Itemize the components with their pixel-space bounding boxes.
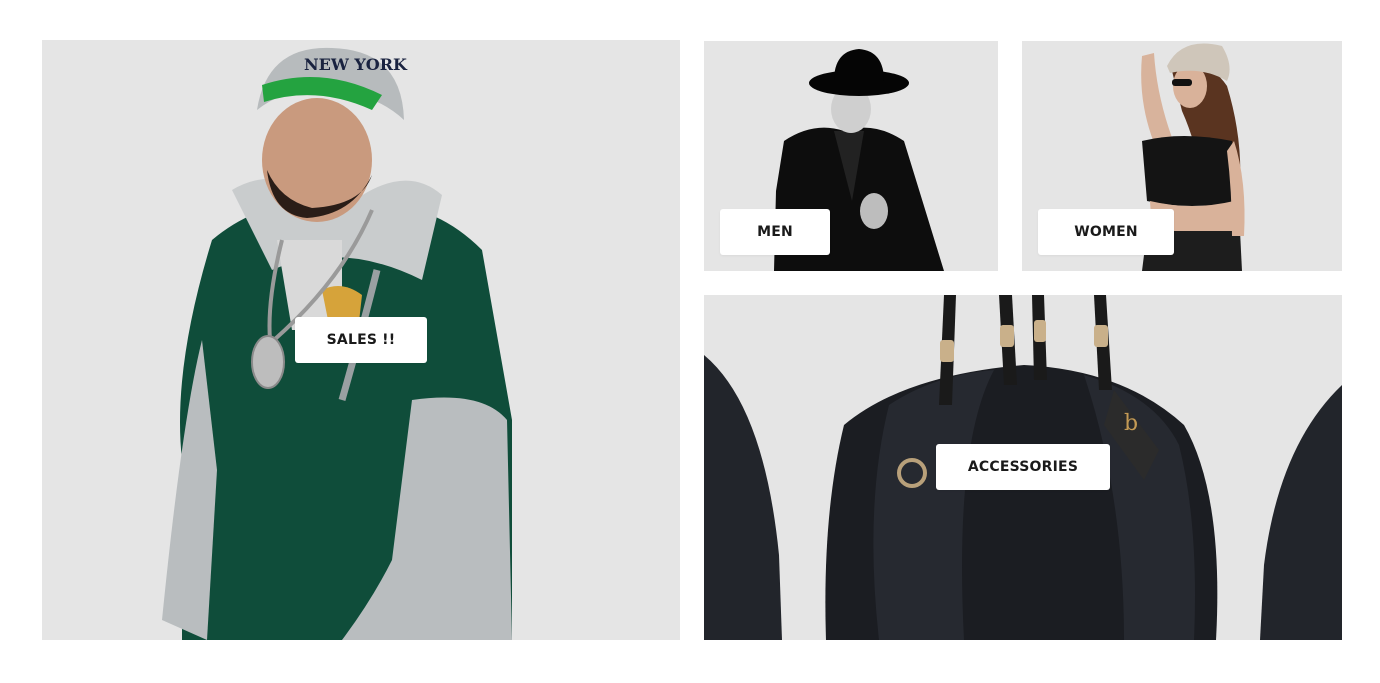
sales-button[interactable]: SALES !! bbox=[295, 317, 427, 363]
category-tile-men[interactable]: MEN bbox=[704, 41, 998, 271]
category-tile-accessories[interactable]: b ACCESSORIES bbox=[704, 295, 1342, 640]
svg-text:b: b bbox=[1124, 411, 1138, 436]
men-button[interactable]: MEN bbox=[720, 209, 830, 255]
category-tile-sales[interactable]: NEW YORK SALES !! bbox=[42, 40, 680, 640]
category-tile-women[interactable]: WOMEN bbox=[1022, 41, 1342, 271]
women-button[interactable]: WOMEN bbox=[1038, 209, 1174, 255]
svg-text:NEW YORK: NEW YORK bbox=[304, 55, 408, 74]
accessories-button[interactable]: ACCESSORIES bbox=[936, 444, 1110, 490]
